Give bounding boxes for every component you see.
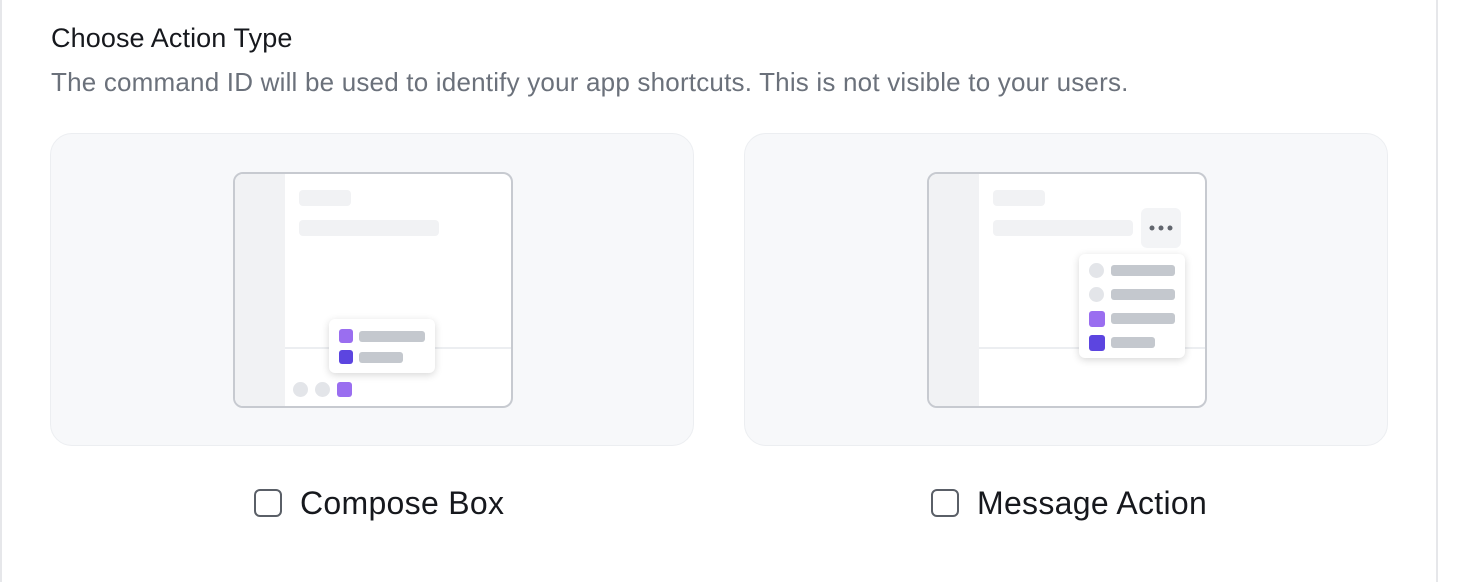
mock-shortcut-line <box>359 331 425 342</box>
panel-right-border <box>1436 0 1438 582</box>
mock-composer-dot <box>293 382 308 397</box>
mock-shortcut-square <box>339 329 353 343</box>
message-action-option[interactable]: Message Action <box>931 483 1207 523</box>
compose-box-illustration <box>233 172 513 408</box>
mock-menu-line <box>1111 337 1155 348</box>
message-action-label: Message Action <box>977 484 1208 521</box>
more-horizontal-icon <box>1141 208 1181 248</box>
mock-shortcut-square <box>339 350 353 364</box>
mock-menu-square <box>1089 335 1105 351</box>
message-action-checkbox[interactable] <box>931 489 959 517</box>
mock-menu-dot <box>1089 263 1104 278</box>
compose-box-label: Compose Box <box>300 484 505 521</box>
mock-text-bar <box>993 220 1133 236</box>
mock-menu-line <box>1111 265 1175 276</box>
compose-box-card[interactable] <box>50 133 694 446</box>
section-title: Choose Action Type <box>51 23 293 53</box>
mock-sidebar <box>235 174 285 406</box>
mock-composer-dot <box>315 382 330 397</box>
mock-shortcut-popup <box>329 319 435 373</box>
mock-action-menu <box>1079 254 1185 358</box>
mock-menu-line <box>1111 313 1175 324</box>
mock-menu-line <box>1111 289 1175 300</box>
message-action-card[interactable] <box>744 133 1388 446</box>
mock-menu-dot <box>1089 287 1104 302</box>
compose-box-option[interactable]: Compose Box <box>254 483 504 523</box>
compose-box-checkbox[interactable] <box>254 489 282 517</box>
mock-title-bar <box>993 190 1045 206</box>
message-action-illustration <box>927 172 1207 408</box>
mock-shortcut-trigger <box>337 382 352 397</box>
mock-shortcut-line <box>359 352 403 363</box>
mock-menu-square <box>1089 311 1105 327</box>
mock-text-bar <box>299 220 439 236</box>
panel-left-border <box>0 0 2 582</box>
mock-title-bar <box>299 190 351 206</box>
mock-sidebar <box>929 174 979 406</box>
section-description: The command ID will be used to identify … <box>51 67 1129 97</box>
